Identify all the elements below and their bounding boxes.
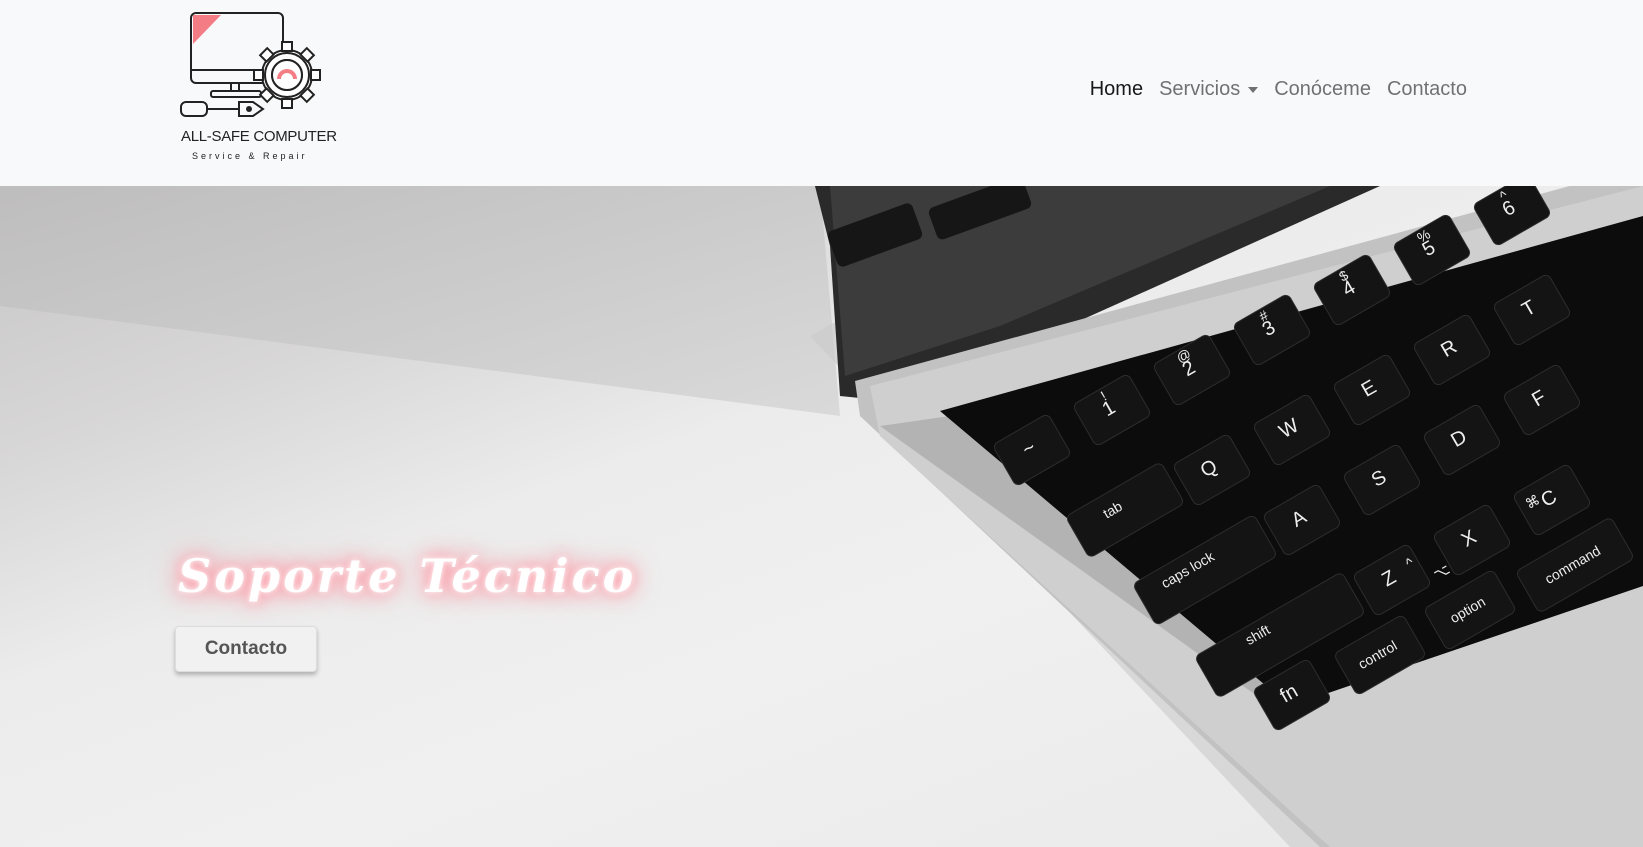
brand-logo[interactable]: ALL-SAFE COMPUTER Service & Repair [175, 8, 337, 168]
nav-home[interactable]: Home [1082, 78, 1151, 101]
navbar: ALL-SAFE COMPUTER Service & Repair Home … [0, 0, 1643, 186]
computer-repair-logo-icon [180, 12, 321, 117]
nav-servicios-dropdown[interactable]: Servicios [1151, 78, 1266, 101]
logo-accent-triangle [193, 15, 221, 44]
hero-title: Soporte Técnico [178, 548, 637, 603]
caret-down-icon [1248, 86, 1259, 93]
hero-section: ~1 2 3 4 5 6 Q W E R T A S D F Z X Ctab caps lock shift cont… [0, 186, 1643, 847]
contacto-button[interactable]: Contacto [175, 626, 317, 672]
laptop-image: ~123456QWERTASDFZXCtabcaps lockshiftcont… [815, 186, 1643, 847]
nav-conoceme[interactable]: Conóceme [1266, 78, 1379, 101]
nav-servicios-label: Servicios [1159, 78, 1241, 100]
nav-contacto[interactable]: Contacto [1379, 78, 1475, 101]
brand-name: ALL-SAFE COMPUTER [181, 128, 337, 145]
brand-tagline: Service & Repair [192, 151, 308, 161]
main-nav: Home Servicios Conóceme Contacto [1082, 78, 1475, 101]
